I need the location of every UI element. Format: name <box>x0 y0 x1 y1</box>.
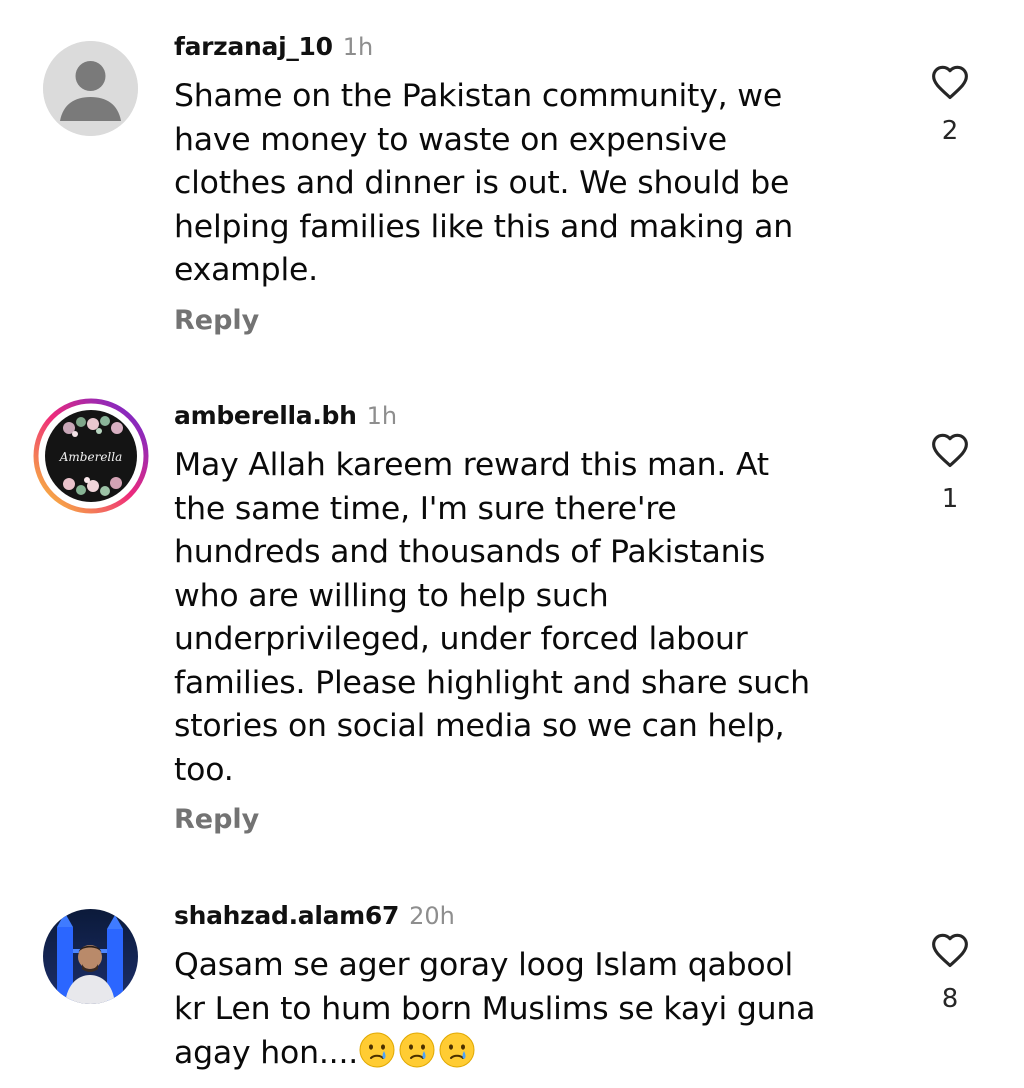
heart-outline-icon[interactable] <box>918 64 982 100</box>
comment-content: shahzad.alam67 20h Qasam se ager goray l… <box>174 901 894 1076</box>
timestamp: 1h <box>366 402 398 430</box>
username[interactable]: amberella.bh <box>174 401 357 430</box>
timestamp: 1h <box>342 33 374 61</box>
comment-meta: amberella.bh 1h <box>174 401 894 435</box>
username[interactable]: shahzad.alam67 <box>174 901 399 930</box>
like-count: 2 <box>941 116 959 146</box>
crying-face-emoji <box>398 1031 436 1069</box>
comment-text: May Allah kareem reward this man. At the… <box>174 447 810 788</box>
comment-item: Amberella amberella.bh 1h May Allah kare… <box>0 380 1024 890</box>
like-control: 2 <box>918 64 982 146</box>
default-avatar-icon[interactable] <box>43 41 138 136</box>
username[interactable]: farzanaj_10 <box>174 32 333 61</box>
crying-face-emoji <box>438 1031 476 1069</box>
comment-text: Qasam se ager goray loog Islam qabool kr… <box>174 944 894 1076</box>
comment-content: amberella.bh 1h May Allah kareem reward … <box>174 401 894 835</box>
comment-text-body: Qasam se ager goray loog Islam qabool kr… <box>174 947 816 1071</box>
comment-item: shahzad.alam67 20h Qasam se ager goray l… <box>0 890 1024 1088</box>
like-control: 8 <box>918 932 982 1014</box>
amberella-logo-avatar[interactable]: Amberella <box>33 398 149 514</box>
like-control: 1 <box>918 432 982 514</box>
heart-outline-icon[interactable] <box>918 432 982 468</box>
reply-button[interactable]: Reply <box>174 804 259 835</box>
comment-item: farzanaj_10 1h Shame on the Pakistan com… <box>0 0 1024 380</box>
comment-meta: shahzad.alam67 20h <box>174 901 894 935</box>
like-count: 8 <box>941 984 959 1014</box>
comment-meta: farzanaj_10 1h <box>174 32 894 66</box>
comment-content: farzanaj_10 1h Shame on the Pakistan com… <box>174 32 894 336</box>
timestamp: 20h <box>409 902 455 930</box>
crying-face-emoji-group <box>358 1032 478 1071</box>
crying-face-emoji <box>358 1031 396 1069</box>
photo-avatar[interactable] <box>43 909 138 1004</box>
heart-outline-icon[interactable] <box>918 932 982 968</box>
avatar-logo-text: Amberella <box>59 450 123 464</box>
like-count: 1 <box>941 484 959 514</box>
reply-button[interactable]: Reply <box>174 305 259 336</box>
comment-text: Shame on the Pakistan community, we have… <box>174 78 793 288</box>
